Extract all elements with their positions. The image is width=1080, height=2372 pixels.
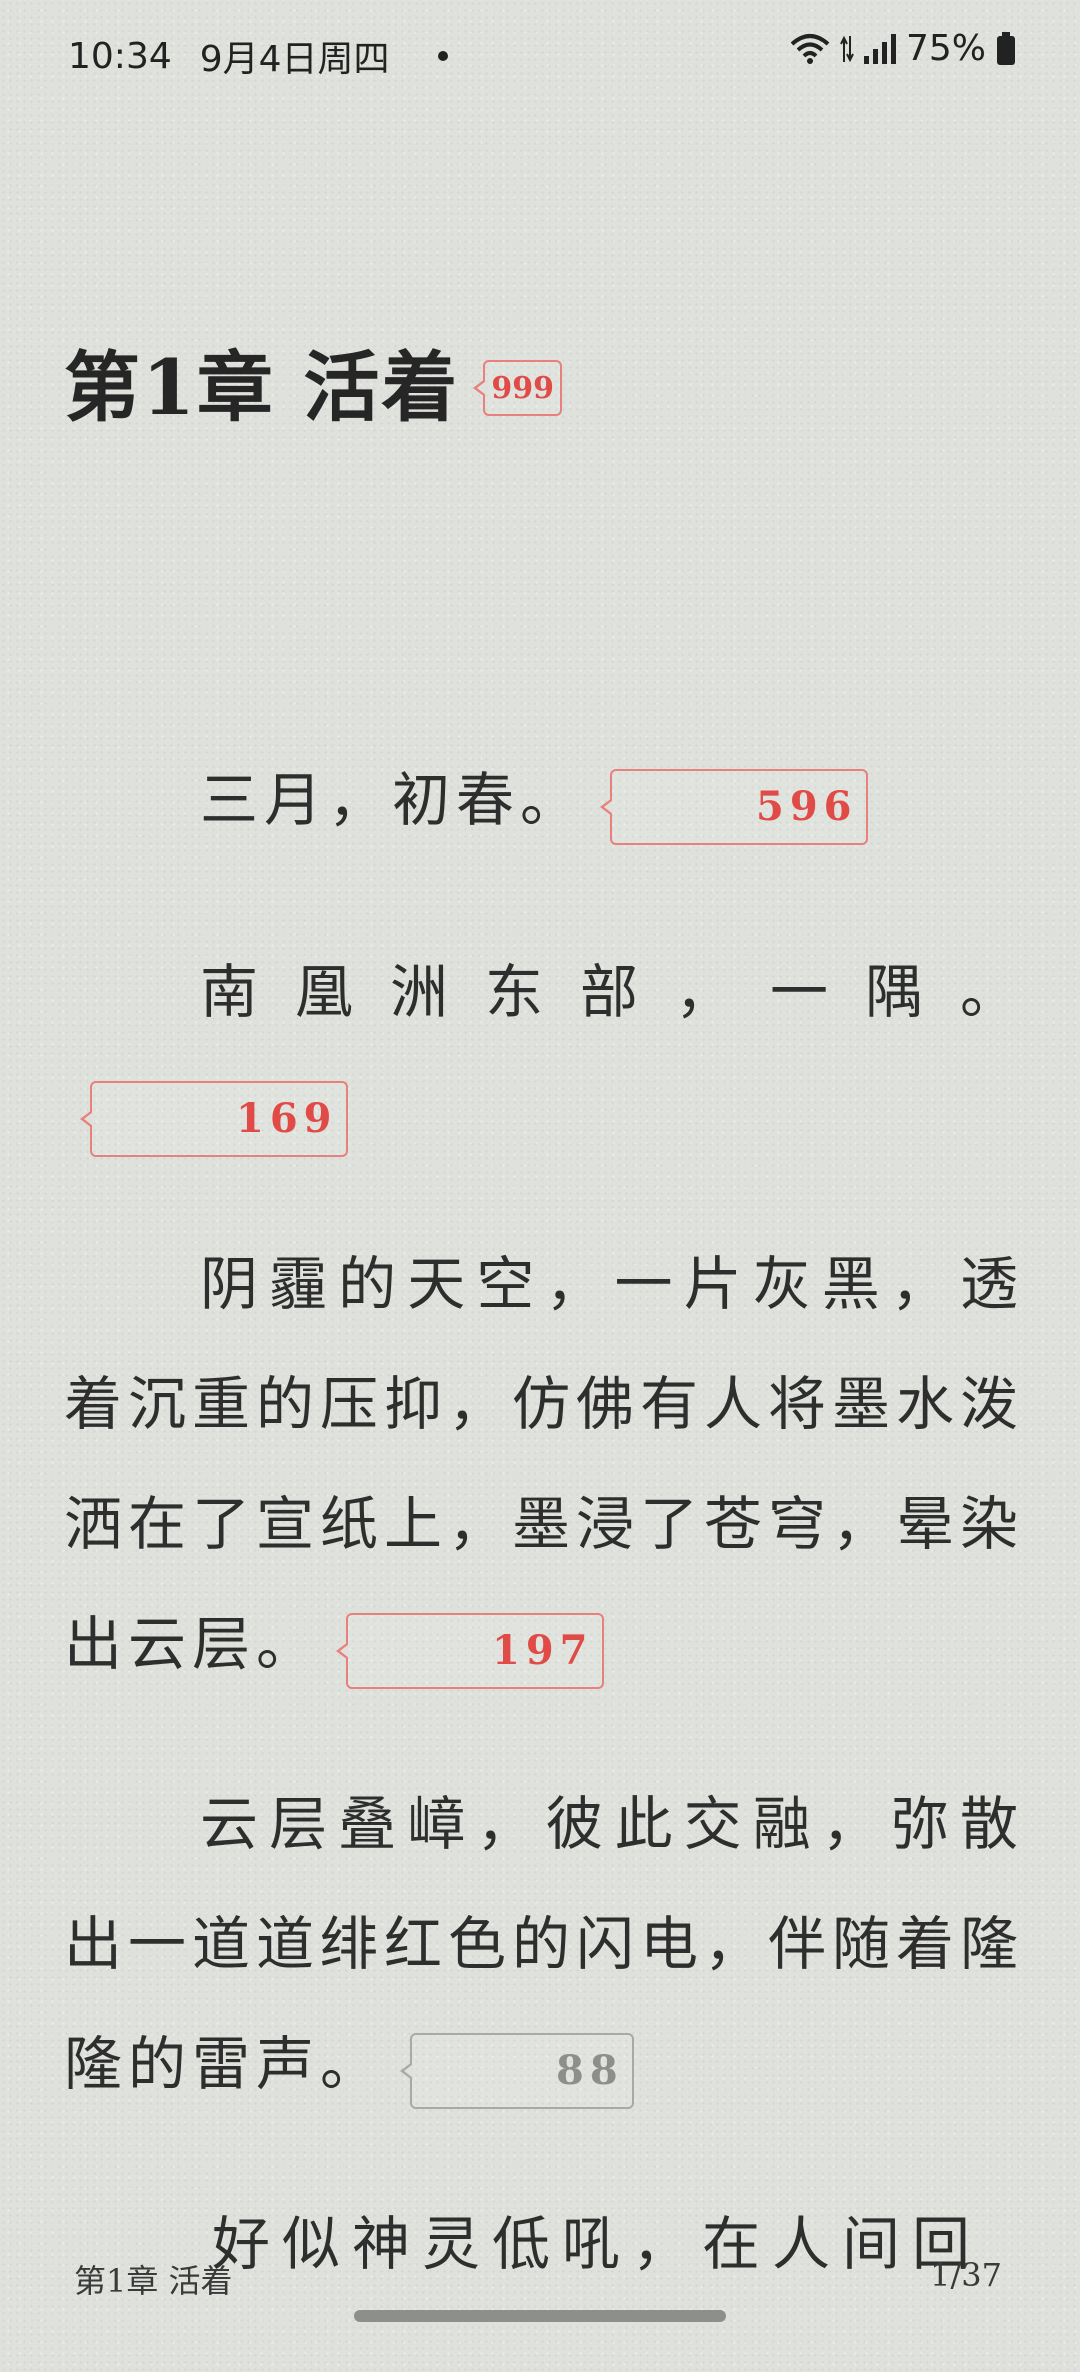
battery-level: 75% <box>905 28 986 69</box>
status-date: 9月4日周四 <box>199 39 390 80</box>
status-right: 75% <box>790 28 1016 69</box>
status-bar: 10:34 9月4日周四 75% <box>0 0 1080 110</box>
comment-badge[interactable]: 88 <box>410 2033 634 2109</box>
data-arrows-icon <box>840 32 854 66</box>
status-left: 10:34 9月4日周四 <box>68 30 448 82</box>
footer-page-indicator: 1/37 <box>930 2256 1002 2294</box>
reader-content: 三月，初春。 596 南凰洲东部，一隅。 169 阴霾的天空，一片灰黑，透着沉重的压… <box>64 740 1024 2372</box>
comment-badge[interactable]: 596 <box>610 769 868 845</box>
footer-chapter-title: 第1章 活着 <box>74 2262 233 2300</box>
home-indicator[interactable] <box>354 2310 726 2322</box>
chapter-heading: 第1章 活着 999 <box>64 350 562 426</box>
paragraph: 三月，初春。 596 <box>64 740 1024 860</box>
status-time: 10:34 <box>68 35 172 77</box>
comment-badge[interactable]: 197 <box>346 1613 604 1689</box>
paragraph: 云层叠嶂，彼此交融，弥散出一道道绯红色的闪电，伴随着隆隆的雷声。 88 <box>64 1764 1024 2124</box>
paragraph-text: 南凰洲东部，一隅。 <box>200 958 1024 1026</box>
paragraph-text: 好似神灵低吼，在人间回 <box>212 2210 983 2278</box>
signal-icon <box>863 33 896 64</box>
paragraph: 阴霾的天空，一片灰黑，透着沉重的压抑，仿佛有人将墨水泼洒在了宣纸上，墨浸了苍穹，… <box>64 1224 1024 1704</box>
comment-badge[interactable]: 169 <box>90 1081 348 1157</box>
paragraph-text: 三月，初春。 <box>200 766 585 834</box>
notification-dot-icon <box>437 51 448 61</box>
comment-badge[interactable]: 999 <box>483 360 562 416</box>
chapter-title: 第1章 活着 <box>64 343 460 432</box>
wifi-icon <box>790 32 830 66</box>
battery-icon <box>996 31 1016 66</box>
paragraph: 南凰洲东部，一隅。 169 <box>64 932 1024 1172</box>
